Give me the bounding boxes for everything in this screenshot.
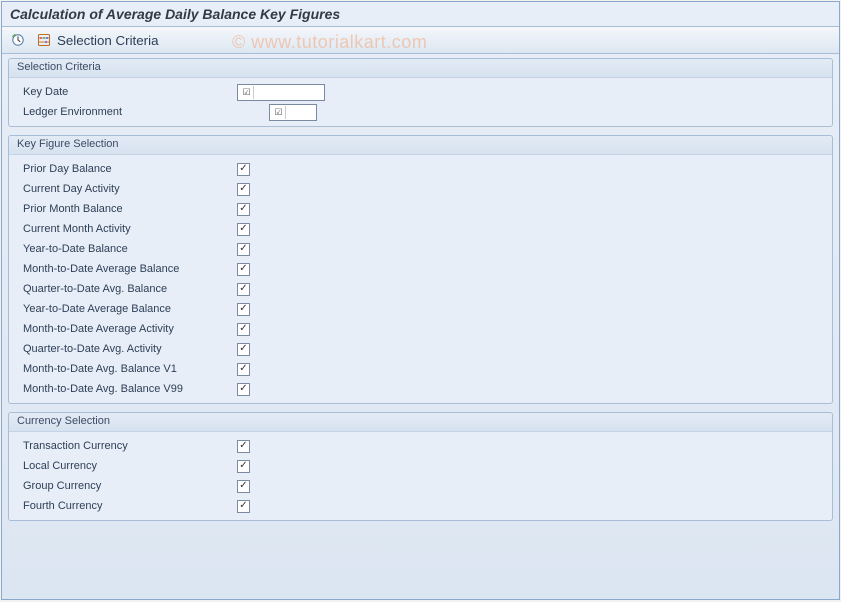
list-item: Year-to-Date Balance✓ — [19, 239, 832, 259]
group-body-currency: Transaction Currency✓Local Currency✓Grou… — [9, 432, 832, 520]
checkbox[interactable]: ✓ — [237, 383, 250, 396]
group-header-selection-criteria: Selection Criteria — [9, 59, 832, 78]
checkbox[interactable]: ✓ — [237, 460, 250, 473]
selection-criteria-button[interactable]: Selection Criteria — [32, 30, 163, 50]
checkbox[interactable]: ✓ — [237, 440, 250, 453]
list-item: Month-to-Date Average Balance✓ — [19, 259, 832, 279]
group-header-currency: Currency Selection — [9, 413, 832, 432]
checkbox[interactable]: ✓ — [237, 303, 250, 316]
row-label: Current Month Activity — [19, 223, 237, 235]
checkbox[interactable]: ✓ — [237, 283, 250, 296]
row-label: Group Currency — [19, 480, 237, 492]
group-key-figure-selection: Key Figure Selection Prior Day Balance✓C… — [8, 135, 833, 404]
label-key-date: Key Date — [19, 86, 237, 98]
checkbox[interactable]: ✓ — [237, 343, 250, 356]
list-item: Year-to-Date Average Balance✓ — [19, 299, 832, 319]
checkbox[interactable]: ✓ — [237, 363, 250, 376]
checkbox[interactable]: ✓ — [237, 480, 250, 493]
search-help-icon[interactable]: ☑ — [240, 86, 254, 99]
list-item: Local Currency✓ — [19, 456, 832, 476]
search-help-icon[interactable]: ☑ — [272, 106, 286, 119]
list-item: Month-to-Date Average Activity✓ — [19, 319, 832, 339]
group-body-key-figure: Prior Day Balance✓Current Day Activity✓P… — [9, 155, 832, 403]
list-item: Fourth Currency✓ — [19, 496, 832, 516]
toolbar: Selection Criteria — [2, 27, 839, 54]
row-label: Prior Day Balance — [19, 163, 237, 175]
group-header-key-figure: Key Figure Selection — [9, 136, 832, 155]
list-item: Month-to-Date Avg. Balance V1✓ — [19, 359, 832, 379]
checkbox[interactable]: ✓ — [237, 243, 250, 256]
list-item: Current Month Activity✓ — [19, 219, 832, 239]
key-date-input[interactable]: ☑ — [237, 84, 325, 101]
row-key-date: Key Date ☑ — [19, 82, 832, 102]
abacus-icon — [37, 33, 51, 47]
checkbox[interactable]: ✓ — [237, 163, 250, 176]
row-label: Prior Month Balance — [19, 203, 237, 215]
title-bar: Calculation of Average Daily Balance Key… — [2, 2, 839, 27]
checkbox[interactable]: ✓ — [237, 500, 250, 513]
clock-execute-icon — [11, 33, 25, 47]
label-ledger-environment: Ledger Environment — [19, 106, 237, 118]
row-label: Fourth Currency — [19, 500, 237, 512]
list-item: Prior Month Balance✓ — [19, 199, 832, 219]
group-selection-criteria: Selection Criteria Key Date ☑ Ledger Env… — [8, 58, 833, 127]
list-item: Prior Day Balance✓ — [19, 159, 832, 179]
row-label: Quarter-to-Date Avg. Activity — [19, 343, 237, 355]
row-label: Current Day Activity — [19, 183, 237, 195]
row-label: Quarter-to-Date Avg. Balance — [19, 283, 237, 295]
list-item: Month-to-Date Avg. Balance V99✓ — [19, 379, 832, 399]
execute-button[interactable] — [8, 30, 28, 50]
row-label: Year-to-Date Average Balance — [19, 303, 237, 315]
row-label: Local Currency — [19, 460, 237, 472]
checkbox[interactable]: ✓ — [237, 203, 250, 216]
checkbox[interactable]: ✓ — [237, 223, 250, 236]
row-ledger-environment: Ledger Environment ☑ — [19, 102, 832, 122]
list-item: Current Day Activity✓ — [19, 179, 832, 199]
group-currency-selection: Currency Selection Transaction Currency✓… — [8, 412, 833, 521]
checkbox[interactable]: ✓ — [237, 323, 250, 336]
group-body-selection-criteria: Key Date ☑ Ledger Environment ☑ — [9, 78, 832, 126]
row-label: Month-to-Date Avg. Balance V1 — [19, 363, 237, 375]
row-label: Month-to-Date Average Balance — [19, 263, 237, 275]
checkbox[interactable]: ✓ — [237, 263, 250, 276]
list-item: Quarter-to-Date Avg. Activity✓ — [19, 339, 832, 359]
list-item: Transaction Currency✓ — [19, 436, 832, 456]
row-label: Transaction Currency — [19, 440, 237, 452]
list-item: Quarter-to-Date Avg. Balance✓ — [19, 279, 832, 299]
ledger-environment-input[interactable]: ☑ — [269, 104, 317, 121]
list-item: Group Currency✓ — [19, 476, 832, 496]
page-title: Calculation of Average Daily Balance Key… — [10, 6, 831, 22]
row-label: Month-to-Date Avg. Balance V99 — [19, 383, 237, 395]
row-label: Month-to-Date Average Activity — [19, 323, 237, 335]
checkbox[interactable]: ✓ — [237, 183, 250, 196]
selection-criteria-toolbar-label: Selection Criteria — [57, 33, 158, 48]
row-label: Year-to-Date Balance — [19, 243, 237, 255]
